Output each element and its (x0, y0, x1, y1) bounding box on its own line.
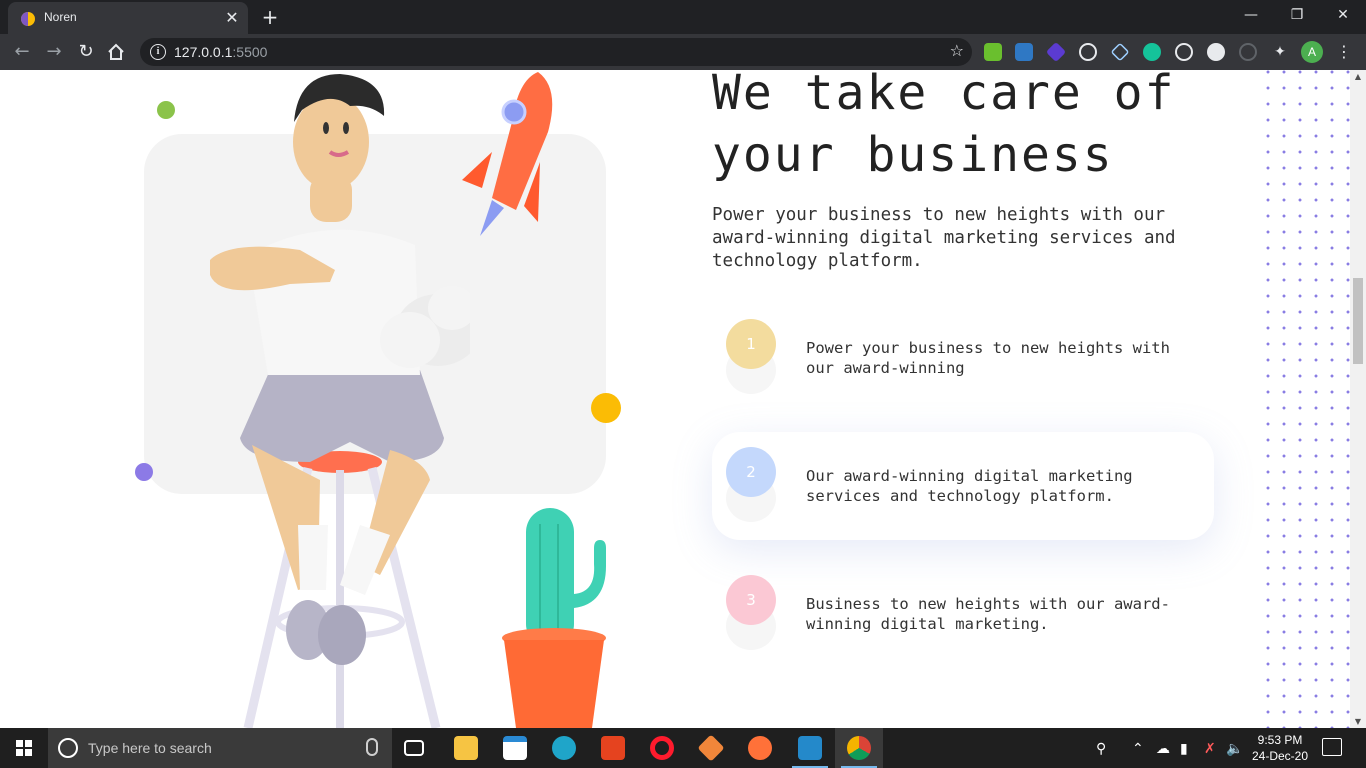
git-icon (697, 734, 725, 762)
site-info-icon[interactable]: i (150, 44, 166, 60)
hero-lead-paragraph: Power your business to new heights with … (712, 205, 1176, 271)
target-extension-icon[interactable] (1175, 43, 1193, 61)
extensions-puzzle-icon[interactable]: ✦ (1271, 43, 1289, 61)
folder-icon (454, 736, 478, 760)
microsoft-store-button[interactable] (491, 728, 539, 768)
address-bar[interactable]: i 127.0.0.1:5500 ☆ (140, 38, 972, 66)
office-button[interactable] (589, 728, 637, 768)
restore-button[interactable]: ❐ (1274, 0, 1320, 30)
task-view-button[interactable] (392, 728, 440, 768)
green-decoration-dot (157, 101, 175, 119)
firefox-button[interactable] (736, 728, 784, 768)
clock-time: 9:53 PM (1257, 733, 1303, 747)
circle-extension-icon[interactable] (1207, 43, 1225, 61)
show-hidden-icons-chevron-icon[interactable]: ⌃ (1132, 740, 1144, 757)
url-text: 127.0.0.1:5500 (174, 44, 268, 60)
rocket-illustration (462, 72, 553, 236)
scrollbar-thumb[interactable] (1353, 278, 1363, 364)
page-scrollbar[interactable]: ▲ ▼ (1350, 70, 1366, 728)
taskbar-search-box[interactable]: Type here to search (48, 728, 392, 768)
store-bag-icon (503, 736, 527, 760)
feature-text: Business to new heights with our award-w… (806, 595, 1170, 633)
browser-toolbar: ← → ↻ i 127.0.0.1:5500 ☆ ✦ A ⋮ (0, 34, 1366, 70)
chrome-button[interactable] (835, 728, 883, 768)
git-button[interactable] (687, 728, 735, 768)
task-view-icon (404, 740, 424, 756)
download-extension-icon[interactable] (984, 43, 1002, 61)
scroll-down-arrow-icon[interactable]: ▼ (1353, 717, 1363, 726)
feature-text: Our award-winning digital marketing serv… (806, 467, 1133, 505)
home-icon[interactable] (106, 42, 126, 62)
opera-icon (650, 736, 674, 760)
opera-button[interactable] (638, 728, 686, 768)
profile-avatar[interactable]: A (1301, 41, 1323, 63)
recycle-extension-icon[interactable] (1239, 43, 1257, 61)
windows-taskbar: Type here to search ⚲ ⌃ ☁ ▮ ✗ 🔈 9:53 PM … (0, 728, 1366, 768)
taskbar-search-placeholder: Type here to search (88, 740, 212, 756)
feature-item-3[interactable]: 3 Business to new heights with our award… (712, 560, 1214, 668)
feature-text: Power your business to new heights with … (806, 339, 1170, 377)
cortana-circle-icon (58, 738, 78, 758)
chrome-icon (847, 736, 871, 760)
browser-menu-icon[interactable]: ⋮ (1336, 42, 1352, 61)
edge-icon (552, 736, 576, 760)
tab-title: Noren (44, 10, 77, 24)
grammarly-extension-icon[interactable] (1143, 43, 1161, 61)
feature-number-badge: 1 (726, 319, 776, 369)
purple-gem-extension-icon[interactable] (1045, 41, 1067, 63)
react-extension-icon[interactable] (1079, 43, 1097, 61)
people-icon[interactable]: ⚲ (1096, 740, 1106, 757)
feature-number-badge: 2 (726, 447, 776, 497)
firefox-icon (748, 736, 772, 760)
edge-button[interactable] (540, 728, 588, 768)
new-tab-button[interactable]: + (258, 6, 282, 28)
yellow-decoration-dot (591, 393, 621, 423)
vscode-button[interactable] (786, 728, 834, 768)
vscode-icon (798, 736, 822, 760)
windows-start-icon[interactable] (0, 728, 48, 768)
network-disconnected-icon[interactable]: ✗ (1204, 740, 1216, 757)
cactus-pot-illustration (502, 508, 606, 728)
minimize-button[interactable]: — (1228, 0, 1274, 30)
volume-icon[interactable]: 🔈 (1226, 740, 1243, 757)
feature-number-badge: 3 (726, 575, 776, 625)
action-center-icon[interactable] (1322, 738, 1342, 756)
bookmark-star-icon[interactable]: ☆ (950, 41, 964, 60)
microphone-icon[interactable] (366, 738, 378, 756)
window-close-button[interactable]: ✕ (1320, 0, 1366, 30)
s-extension-icon[interactable] (1015, 43, 1033, 61)
office-icon (601, 736, 625, 760)
scroll-up-arrow-icon[interactable]: ▲ (1353, 72, 1363, 81)
noren-favicon-icon (21, 12, 35, 26)
onedrive-cloud-icon[interactable]: ☁ (1156, 740, 1170, 757)
browser-tab[interactable]: Noren ✕ (8, 2, 248, 34)
back-arrow-icon[interactable]: ← (10, 40, 34, 64)
dot-pattern-decoration (1256, 70, 1350, 728)
file-explorer-button[interactable] (442, 728, 490, 768)
feature-item-1[interactable]: 1 Power your business to new heights wit… (712, 304, 1214, 412)
purple-decoration-dot (135, 463, 153, 481)
clock-date: 24-Dec-20 (1251, 749, 1309, 763)
taskbar-clock[interactable]: 9:53 PM 24-Dec-20 (1244, 732, 1316, 764)
page-viewport: We take care of your business Power your… (0, 70, 1366, 728)
hero-headline: We take care of your business (712, 70, 1176, 183)
feature-item-2[interactable]: 2 Our award-winning digital marketing se… (712, 432, 1214, 540)
tab-close-icon[interactable]: ✕ (222, 8, 242, 28)
browser-tab-strip: Noren ✕ + — ❐ ✕ (0, 0, 1366, 34)
battery-icon[interactable]: ▮ (1180, 740, 1188, 757)
man-on-stool-illustration (210, 74, 470, 728)
diamond-extension-icon[interactable] (1110, 42, 1130, 62)
reload-icon[interactable]: ↻ (74, 40, 98, 64)
forward-arrow-icon[interactable]: → (42, 40, 66, 64)
